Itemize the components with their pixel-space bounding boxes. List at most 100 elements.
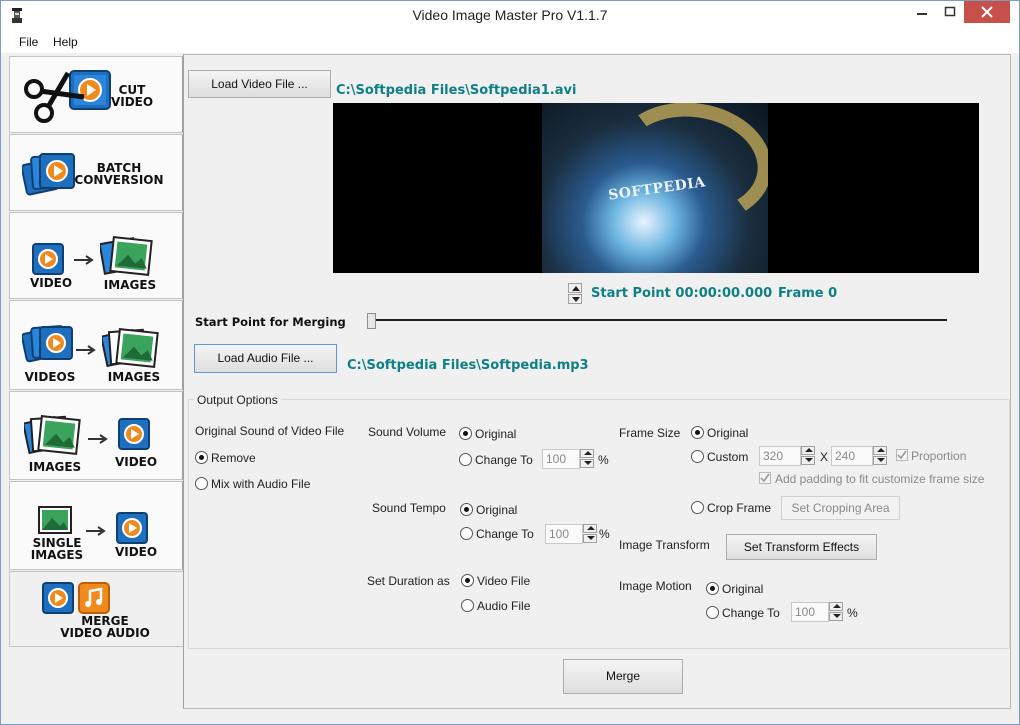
set-duration-label: Set Duration as bbox=[367, 574, 450, 588]
sidebar-tab-images-to-video[interactable]: IMAGES VIDEO bbox=[9, 391, 183, 480]
menu-file[interactable]: File bbox=[19, 35, 38, 49]
spin-up-button[interactable] bbox=[580, 449, 594, 458]
spin-up-button[interactable] bbox=[801, 446, 815, 455]
spin-down-button[interactable] bbox=[580, 459, 594, 468]
sidebar-tab-cut-video[interactable]: CUT VIDEO bbox=[9, 56, 183, 133]
spin-up-button[interactable] bbox=[568, 283, 582, 293]
frame-original-label: Original bbox=[707, 426, 749, 440]
app-window: Video Image Master Pro V1.1.7 File Help bbox=[0, 0, 1020, 725]
tab-label-line2: CONVERSION bbox=[74, 173, 164, 187]
volume-change-label: Change To bbox=[475, 453, 533, 467]
volume-percent: % bbox=[598, 453, 609, 467]
tab-label-left: IMAGES bbox=[28, 460, 82, 474]
sidebar-tab-videos-to-images[interactable]: VIDEOS IMAGES bbox=[9, 300, 183, 390]
set-cropping-area-button[interactable]: Set Cropping Area bbox=[781, 496, 900, 520]
arrow-up-icon bbox=[877, 448, 885, 452]
spin-up-button[interactable] bbox=[873, 446, 887, 455]
spin-down-button[interactable] bbox=[801, 456, 815, 465]
tempo-original-radio[interactable] bbox=[460, 503, 473, 516]
spin-up-button[interactable] bbox=[583, 524, 597, 533]
duration-audio-label: Audio File bbox=[477, 599, 531, 613]
frame-size-label: Frame Size bbox=[619, 426, 681, 440]
duration-video-radio[interactable] bbox=[461, 574, 474, 587]
mix-label: Mix with Audio File bbox=[211, 477, 311, 491]
frame-original-radio[interactable] bbox=[691, 426, 704, 439]
tab-label-right: IMAGES bbox=[103, 278, 157, 292]
title-bar: Video Image Master Pro V1.1.7 bbox=[1, 1, 1019, 32]
volume-spinner[interactable] bbox=[580, 449, 594, 469]
arrow-down-icon bbox=[805, 458, 813, 462]
minimize-button[interactable] bbox=[908, 1, 936, 23]
tempo-input[interactable]: 100 bbox=[545, 524, 583, 544]
audio-path: C:\Softpedia Files\Softpedia.mp3 bbox=[347, 358, 589, 373]
spin-down-button[interactable] bbox=[568, 294, 582, 304]
frame-height-spinner[interactable] bbox=[873, 446, 887, 466]
padding-checkbox[interactable] bbox=[759, 472, 771, 484]
image-transform-label: Image Transform bbox=[619, 538, 710, 552]
sidebar-tab-video-to-images[interactable]: VIDEO IMAGES bbox=[9, 212, 183, 299]
proportion-checkbox[interactable] bbox=[896, 449, 908, 461]
mix-radio[interactable] bbox=[195, 477, 208, 490]
spin-down-button[interactable] bbox=[873, 456, 887, 465]
proportion-label: Proportion bbox=[911, 449, 967, 463]
volume-input[interactable]: 100 bbox=[542, 449, 580, 469]
volume-original-radio[interactable] bbox=[459, 427, 472, 440]
motion-change-label: Change To bbox=[722, 606, 780, 620]
images-icon bbox=[102, 328, 159, 368]
sidebar-tab-batch-conversion[interactable]: BATCH CONVERSION bbox=[9, 134, 183, 211]
image-motion-label: Image Motion bbox=[619, 579, 692, 593]
duration-audio-radio[interactable] bbox=[461, 599, 474, 612]
spin-down-button[interactable] bbox=[829, 612, 843, 621]
arrow-up-icon bbox=[584, 451, 592, 455]
spin-down-button[interactable] bbox=[583, 534, 597, 543]
crop-frame-radio[interactable] bbox=[691, 501, 704, 514]
load-audio-button[interactable]: Load Audio File ... bbox=[194, 344, 337, 373]
arrow-right-icon bbox=[76, 345, 96, 355]
set-transform-effects-button[interactable]: Set Transform Effects bbox=[726, 534, 877, 560]
frame-width-spinner[interactable] bbox=[801, 446, 815, 466]
tempo-spinner[interactable] bbox=[583, 524, 597, 544]
load-video-button[interactable]: Load Video File ... bbox=[188, 70, 331, 98]
maximize-button[interactable] bbox=[936, 1, 964, 23]
tab-label-line2: VIDEO AUDIO bbox=[60, 626, 150, 640]
frame-width-input[interactable]: 320 bbox=[759, 446, 801, 466]
frame-custom-radio[interactable] bbox=[691, 450, 704, 463]
remove-radio[interactable] bbox=[195, 451, 208, 464]
frame-height-input[interactable]: 240 bbox=[831, 446, 873, 466]
volume-original-label: Original bbox=[475, 427, 517, 441]
sound-volume-label: Sound Volume bbox=[368, 425, 447, 439]
spin-up-button[interactable] bbox=[829, 602, 843, 611]
motion-percent: % bbox=[847, 606, 858, 620]
music-note-icon bbox=[78, 582, 110, 614]
tempo-change-radio[interactable] bbox=[460, 527, 473, 540]
motion-spinner[interactable] bbox=[829, 602, 843, 622]
frame-x-label: X bbox=[820, 450, 829, 464]
batch-video-icon bbox=[22, 153, 75, 196]
arrow-up-icon bbox=[587, 526, 595, 530]
motion-input[interactable]: 100 bbox=[791, 602, 829, 622]
checkmark-icon bbox=[897, 450, 907, 460]
arrow-down-icon bbox=[584, 461, 592, 465]
arrow-down-icon bbox=[572, 297, 580, 302]
motion-original-radio[interactable] bbox=[706, 582, 719, 595]
tempo-percent: % bbox=[599, 527, 610, 541]
sidebar: CUT VIDEO BATCH CONVERSION VIDEO IMAGES … bbox=[9, 56, 185, 706]
menu-help[interactable]: Help bbox=[53, 35, 78, 49]
sidebar-tab-single-images-to-video[interactable]: SINGLE IMAGES VIDEO bbox=[9, 481, 183, 570]
start-point-spinner[interactable] bbox=[568, 283, 582, 305]
sidebar-tab-merge-video-audio[interactable]: MERGE VIDEO AUDIO bbox=[9, 571, 185, 647]
close-button[interactable] bbox=[964, 1, 1010, 23]
arrow-up-icon bbox=[805, 448, 813, 452]
tab-label-right: VIDEO bbox=[114, 455, 158, 469]
merge-start-label: Start Point for Merging bbox=[195, 315, 346, 329]
volume-change-radio[interactable] bbox=[459, 453, 472, 466]
output-options-title: Output Options bbox=[194, 393, 281, 407]
video-path: C:\Softpedia Files\Softpedia1.avi bbox=[336, 83, 577, 98]
tab-label-line2: IMAGES bbox=[30, 548, 84, 562]
images-icon bbox=[24, 415, 81, 455]
merge-start-slider-track[interactable] bbox=[371, 319, 947, 321]
motion-change-radio[interactable] bbox=[706, 606, 719, 619]
merge-button[interactable]: Merge bbox=[563, 659, 683, 694]
merge-start-slider-thumb[interactable] bbox=[367, 313, 376, 329]
images-icon bbox=[100, 236, 153, 276]
